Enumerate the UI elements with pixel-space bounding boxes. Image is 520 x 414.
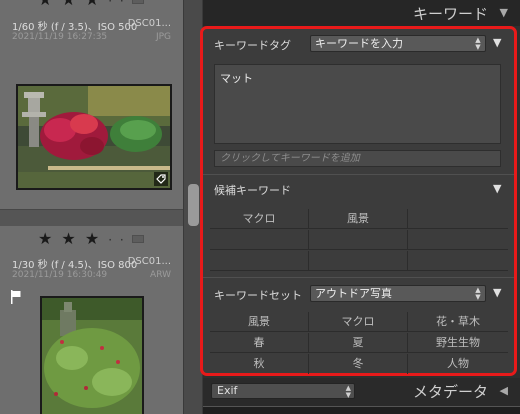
- pick-flag-icon[interactable]: [10, 290, 22, 304]
- keyword-set-item[interactable]: 人物: [408, 354, 508, 374]
- filmstrip[interactable]: ★ ★ ★ · · 1/60 秒 (f / 3.5)、ISO 500 DSC01…: [0, 0, 183, 414]
- photo-info: 1/60 秒 (f / 3.5)、ISO 500 DSC01... 2021/1…: [12, 18, 171, 50]
- exposure-info: 1/30 秒 (f / 4.5)、ISO 800: [12, 260, 138, 271]
- suggested-keywords-collapse-icon[interactable]: ▼: [493, 182, 501, 195]
- dropdown-arrows-icon: ▲ ▼: [475, 286, 481, 301]
- photo-info: 1/30 秒 (f / 4.5)、ISO 800 DSC01... 2021/1…: [12, 256, 171, 288]
- lightroom-window: ★ ★ ★ · · 1/60 秒 (f / 3.5)、ISO 500 DSC01…: [0, 0, 520, 414]
- suggested-keyword[interactable]: [408, 251, 508, 271]
- filmstrip-cell-2[interactable]: ★ ★ ★ · · 1/30 秒 (f / 4.5)、ISO 800 DSC01…: [0, 226, 183, 414]
- stars-empty[interactable]: · ·: [108, 233, 125, 247]
- scrollbar-handle[interactable]: [188, 184, 199, 226]
- suggested-keyword[interactable]: 風景: [309, 209, 408, 229]
- keyword-set-dropdown[interactable]: アウトドア写真 ▲ ▼: [310, 285, 486, 302]
- suggested-keyword[interactable]: マクロ: [210, 209, 309, 229]
- suggested-keyword[interactable]: [210, 251, 309, 271]
- stars-filled[interactable]: ★ ★ ★: [38, 229, 101, 248]
- triangle-left-icon[interactable]: ◀: [500, 384, 508, 397]
- filename: DSC01...: [127, 18, 171, 29]
- keyword-tags-label: キーワードタグ: [214, 39, 291, 52]
- keyword-tags-collapse-icon[interactable]: ▼: [493, 36, 501, 49]
- keyword-set-item[interactable]: 秋: [210, 354, 309, 374]
- keyword-tag-badge-icon: [154, 172, 168, 186]
- metadata-preset-dropdown[interactable]: Exif ▲ ▼: [211, 383, 355, 399]
- suggested-keyword[interactable]: [408, 230, 508, 250]
- keyword-set-item[interactable]: 春: [210, 333, 309, 353]
- metadata-panel-title[interactable]: メタデータ: [413, 381, 488, 402]
- thumbnail-image: [42, 298, 142, 414]
- keyword-text[interactable]: マット: [220, 70, 253, 86]
- rating-stars[interactable]: ★ ★ ★ · ·: [38, 229, 126, 248]
- stars-filled[interactable]: ★ ★ ★: [38, 0, 101, 9]
- flag-icon[interactable]: [132, 0, 144, 4]
- add-keyword-field[interactable]: クリックしてキーワードを追加: [214, 150, 501, 167]
- keyword-entry-dropdown[interactable]: キーワードを入力 ▲ ▼: [310, 35, 486, 52]
- triangle-down-icon[interactable]: ▼: [500, 6, 508, 19]
- metadata-panel-header[interactable]: Exif ▲ ▼ メタデータ ◀: [203, 378, 520, 414]
- keyword-set-item[interactable]: マクロ: [309, 312, 408, 332]
- metadata-preset-value: Exif: [217, 384, 238, 397]
- suggested-keywords-label[interactable]: 候補キーワード: [214, 182, 291, 198]
- exposure-info: 1/60 秒 (f / 3.5)、ISO 500: [12, 22, 138, 33]
- flag-icon[interactable]: [132, 235, 144, 243]
- divider: [203, 174, 514, 175]
- panel-bottom-bar: [203, 406, 520, 414]
- stars-empty[interactable]: · ·: [108, 0, 125, 8]
- suggested-keyword[interactable]: [210, 230, 309, 250]
- keyword-set-collapse-icon[interactable]: ▼: [493, 286, 501, 299]
- keyword-set-item[interactable]: 夏: [309, 333, 408, 353]
- keyword-text-area[interactable]: マット: [214, 64, 501, 144]
- rating-stars[interactable]: ★ ★ ★ · ·: [38, 0, 126, 9]
- filmstrip-cell-1[interactable]: ★ ★ ★ · · 1/60 秒 (f / 3.5)、ISO 500 DSC01…: [0, 0, 183, 210]
- thumbnail-image: [18, 86, 170, 188]
- photo-thumbnail-garden[interactable]: [16, 84, 172, 190]
- keyword-panel-title[interactable]: キーワード: [413, 3, 488, 24]
- suggested-keywords-grid: マクロ 風景: [210, 209, 508, 273]
- keyword-set-dropdown-value: アウトドア写真: [315, 287, 392, 300]
- keyword-entry-dropdown-value: キーワードを入力: [315, 37, 403, 50]
- keyword-set-label: キーワードセット: [214, 289, 302, 302]
- suggested-keyword[interactable]: [408, 209, 508, 229]
- photo-thumbnail-moss[interactable]: [40, 296, 144, 414]
- capture-date: 2021/11/19 16:27:35: [12, 32, 108, 42]
- keyword-set-item[interactable]: 冬: [309, 354, 408, 374]
- keyword-set-grid: 風景 マクロ 花・草木 春 夏 野生生物 秋 冬 人物: [210, 312, 508, 376]
- suggested-keyword[interactable]: [309, 251, 408, 271]
- dropdown-arrows-icon: ▲ ▼: [475, 36, 481, 51]
- dropdown-arrows-icon: ▲ ▼: [345, 384, 351, 399]
- file-format: ARW: [150, 270, 171, 280]
- capture-date: 2021/11/19 16:30:49: [12, 270, 108, 280]
- filename: DSC01...: [127, 256, 171, 267]
- keyword-set-item[interactable]: 野生生物: [408, 333, 508, 353]
- suggested-keyword[interactable]: [309, 230, 408, 250]
- divider: [203, 277, 514, 278]
- keyword-set-item[interactable]: 花・草木: [408, 312, 508, 332]
- keyword-set-item[interactable]: 風景: [210, 312, 309, 332]
- keyword-panel-highlight: キーワードタグ キーワードを入力 ▲ ▼ ▼ マット クリックしてキーワードを追加…: [200, 26, 517, 376]
- keyword-panel-header[interactable]: キーワード ▼: [203, 0, 520, 26]
- file-format: JPG: [155, 32, 171, 42]
